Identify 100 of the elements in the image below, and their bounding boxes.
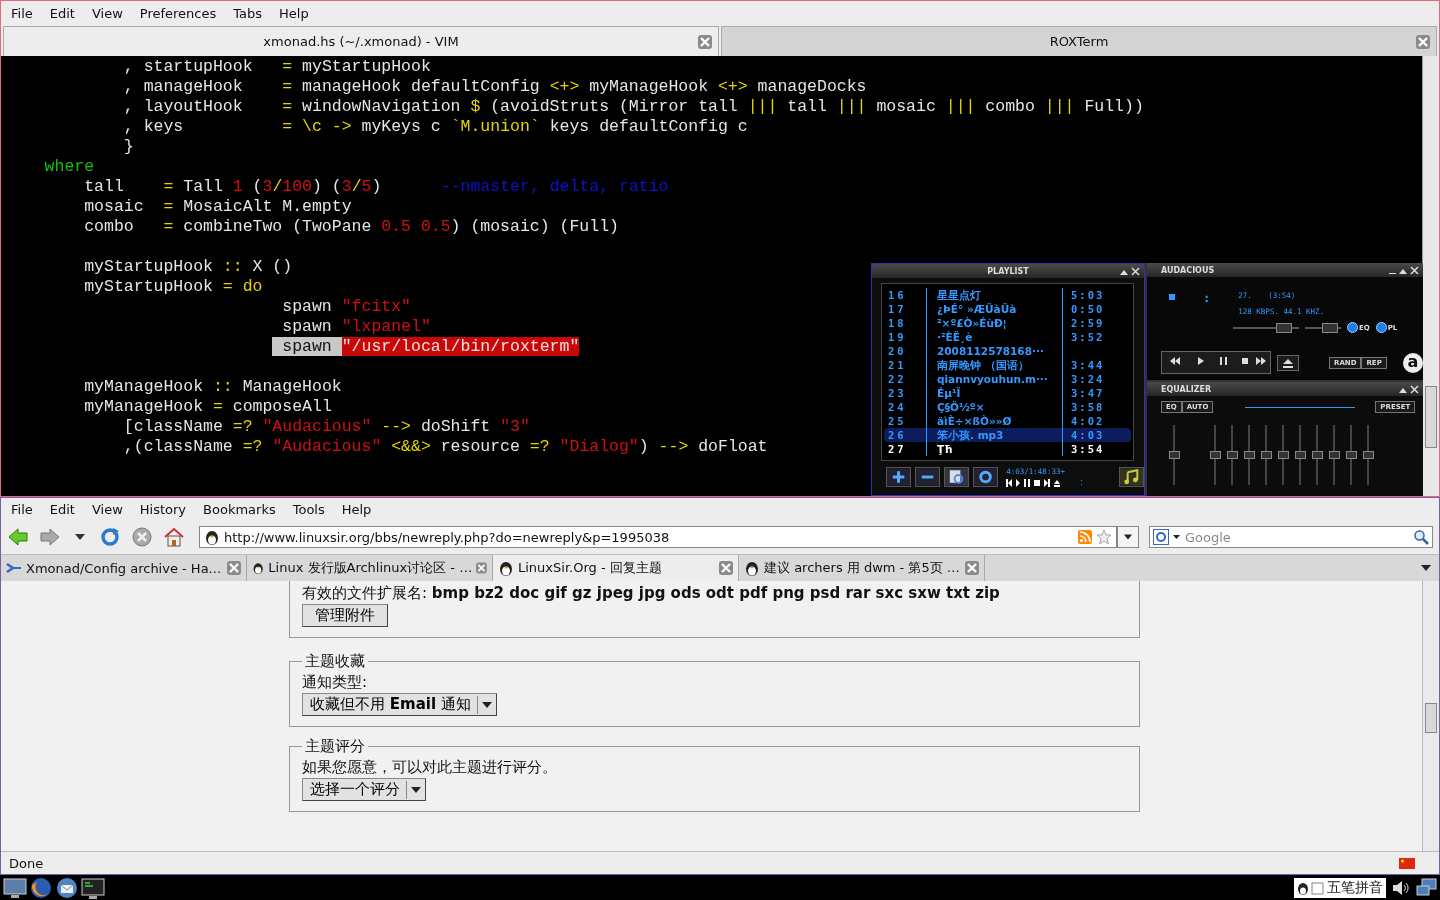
slider-thumb[interactable] [1244, 451, 1255, 459]
close-icon[interactable] [965, 561, 979, 575]
menu-item[interactable]: Edit [49, 6, 75, 21]
menu-item[interactable]: File [11, 6, 33, 21]
volume-icon[interactable] [1392, 879, 1410, 896]
time-display: : [1080, 478, 1083, 487]
close-icon[interactable] [1416, 35, 1430, 49]
code-line: spawn "/usr/local/bin/roxterm" [5, 337, 580, 357]
field-label: 如果您愿意，可以对此主题进行评分。 [302, 757, 558, 778]
playlist-row[interactable]: 27 Ţħ 3:54 [884, 442, 1131, 456]
playlist-row[interactable]: 19 ·²ÈË¸è 3:52 [884, 330, 1131, 344]
menu-item[interactable]: Tools [292, 501, 325, 517]
search-icon[interactable] [944, 467, 970, 487]
star-icon[interactable] [1096, 529, 1112, 545]
playlist-row[interactable]: 22 qiannvyouhun.m··· 3:24 [884, 372, 1131, 386]
playlist-row[interactable]: 23 Éµ¹Ï 3:47 [884, 386, 1131, 400]
close-icon[interactable] [719, 561, 733, 575]
menu-item[interactable]: History [139, 501, 187, 517]
address-field[interactable]: http://www.linuxsir.org/bbs/newreply.php?do=newreply&p=1995038 [199, 526, 1117, 548]
refresh-icon[interactable] [973, 467, 999, 487]
select-dropdown[interactable]: 收藏但不用 Email 通知 [302, 693, 497, 716]
slider-thumb[interactable] [1295, 451, 1306, 459]
mail-icon[interactable] [55, 875, 79, 900]
dropdown-icon[interactable] [75, 534, 85, 540]
close-icon[interactable] [476, 561, 487, 575]
network-icon[interactable] [1416, 877, 1438, 898]
window-controls-icon[interactable] [1399, 385, 1420, 394]
playlist-row[interactable]: 20 2008112578168··· [884, 344, 1131, 358]
slider-thumb[interactable] [1261, 451, 1272, 459]
window-controls-icon[interactable] [1389, 266, 1420, 275]
menu-item[interactable]: Tabs [233, 6, 263, 21]
manage-attachments-button[interactable]: 管理附件 [302, 604, 388, 627]
input-method-indicator[interactable]: 五笔拼音 [1294, 877, 1386, 898]
slider-thumb[interactable] [1322, 322, 1338, 333]
desktop-icon[interactable] [3, 876, 27, 899]
code-line: myStartupHook = do [83, 277, 263, 297]
remove-icon[interactable] [915, 467, 941, 487]
browser-tab[interactable]: LinuxSir.Org - 回复主题 [493, 555, 739, 581]
select-dropdown[interactable]: 选择一个评分 [302, 778, 426, 801]
tab-list-icon[interactable] [1421, 565, 1431, 571]
code-line: combo = combineTwo (TwoPane 0.5 0.5) (mosaic) (Full) [83, 217, 619, 237]
transport-controls[interactable] [1161, 351, 1271, 374]
flag-icon [1399, 857, 1415, 869]
menu-item[interactable]: Preferences [139, 6, 217, 21]
time-display: : [1203, 291, 1211, 305]
terminal-tab[interactable]: xmonad.hs (~/.xmonad) - VIM [3, 26, 719, 56]
stop-icon[interactable] [131, 526, 153, 548]
playlist-row[interactable]: 24 Ç§Ö½º× 3:58 [884, 400, 1131, 414]
add-icon[interactable] [886, 467, 912, 487]
code-line: spawn "fcitx" [281, 297, 411, 317]
search-field[interactable]: Google [1149, 526, 1433, 548]
code-line: [className =? "Audacious" --> doShift "3" [122, 417, 530, 437]
menu-item[interactable]: Edit [49, 501, 75, 517]
logo: a [1402, 352, 1423, 373]
forward-icon[interactable] [39, 526, 61, 548]
search-icon[interactable] [1413, 529, 1429, 545]
code-line: , startupHook = myStartupHook [122, 57, 431, 77]
field-label: 通知类型: [302, 672, 369, 693]
slider-thumb[interactable] [1169, 451, 1180, 459]
menu-item[interactable]: View [91, 501, 123, 517]
transport-icon[interactable] [1006, 478, 1063, 487]
slider-thumb[interactable] [1329, 451, 1340, 459]
terminal-icon[interactable] [81, 876, 105, 899]
slider-thumb[interactable] [1363, 451, 1374, 459]
file-extensions-text: 有效的文件扩展名: bmp bz2 doc gif gz jpeg jpg ods odt pdf png psd rar sxc sxw txt zip [302, 583, 1001, 604]
browser-icon[interactable] [29, 875, 53, 900]
menu-item[interactable]: File [11, 501, 33, 517]
slider-thumb[interactable] [1227, 451, 1238, 459]
slider-thumb[interactable] [1275, 322, 1292, 333]
playlist-row[interactable]: 18 ²×º£Ò»ÉùÐ¦ 2:59 [884, 316, 1131, 330]
playlist-row[interactable]: 21 南屏晚钟 （国语） 3:44 [884, 358, 1131, 372]
code-line: tall = Tall 1 (3/100) (3/5) --nmaster, delta, ratio [83, 177, 669, 197]
eject-button[interactable] [1277, 354, 1299, 371]
menu-item[interactable]: Bookmarks [203, 501, 276, 517]
playlist-row[interactable]: 17 ¿ÞÉ° »ÆÜàÜà 0:50 [884, 302, 1131, 316]
section-legend: 主题收藏 [302, 652, 368, 671]
music-note-icon[interactable] [1118, 467, 1144, 487]
slider-thumb[interactable] [1312, 451, 1323, 459]
scrollbar[interactable] [1422, 56, 1439, 496]
dropdown-button[interactable] [1117, 526, 1139, 548]
caret-icon [481, 701, 492, 708]
terminal-tab[interactable]: ROXTerm [721, 26, 1437, 56]
back-icon[interactable] [7, 526, 29, 548]
menu-item[interactable]: View [91, 6, 123, 21]
slider-thumb[interactable] [1278, 451, 1289, 459]
slider-thumb[interactable] [1210, 451, 1221, 459]
window-controls-icon[interactable] [1120, 267, 1140, 276]
slider-thumb[interactable] [1346, 451, 1357, 459]
code-line: spawn "lxpanel" [281, 317, 431, 337]
home-icon[interactable] [163, 526, 185, 548]
playlist-row[interactable]: 16 星星点灯 5:03 [884, 288, 1131, 302]
search-engine-icon[interactable] [1153, 529, 1181, 545]
close-icon[interactable] [227, 561, 241, 575]
playlist-row[interactable]: 26 笨小孩. mp3 4:03 [884, 428, 1131, 442]
menu-item[interactable]: Help [279, 6, 309, 21]
caret-icon [411, 786, 421, 793]
close-icon[interactable] [698, 35, 712, 49]
menu-item[interactable]: Help [341, 501, 372, 517]
scrollbar[interactable] [1422, 581, 1439, 851]
reload-icon[interactable] [99, 526, 121, 548]
